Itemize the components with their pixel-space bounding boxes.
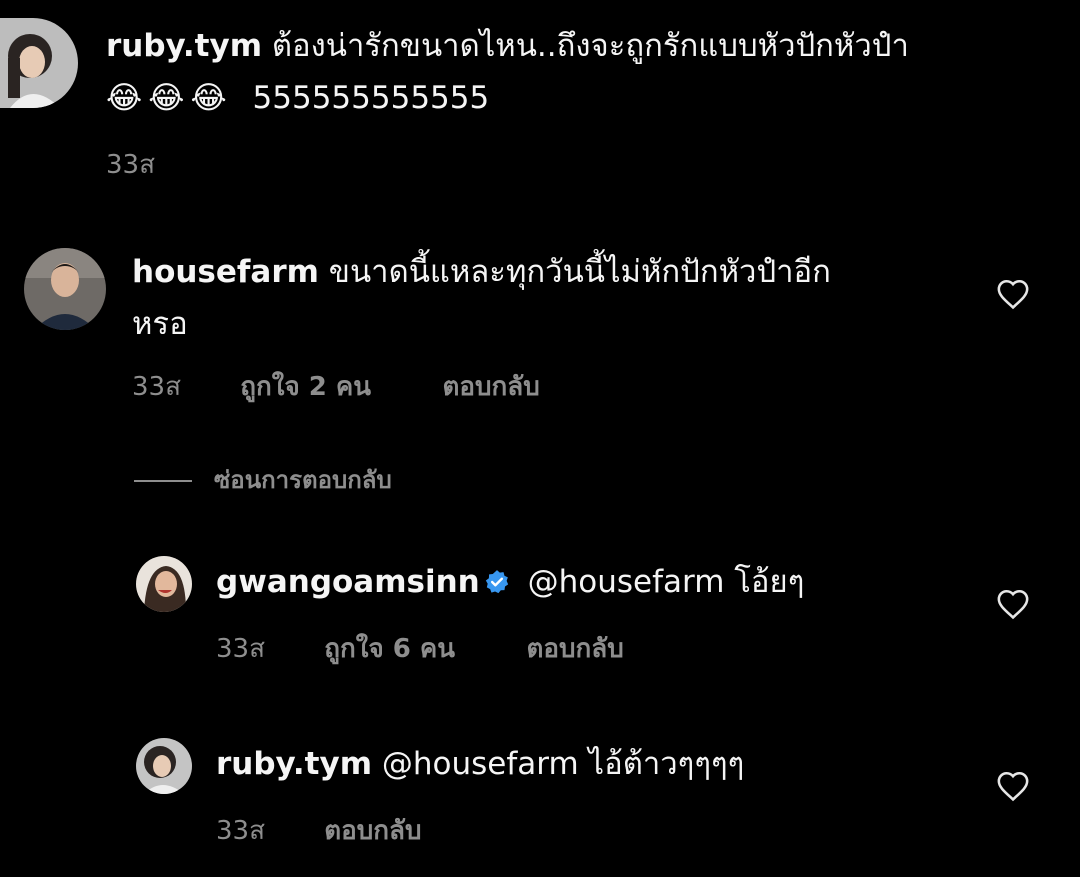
reply-1-likes-button[interactable]: ถูกใจ 6 คน — [324, 628, 518, 669]
reply-2-reply-button[interactable]: ตอบกลับ — [324, 810, 421, 851]
comment-1-line-1: ruby.tym ต้องน่ารักขนาดไหน..ถึงจะถูกรักแ… — [106, 20, 1066, 72]
hide-replies-divider — [134, 480, 192, 482]
comment-1-text-cont: 555555555555 — [252, 80, 490, 116]
reply-1-text: โอ้ยๆ — [734, 564, 805, 600]
comment-1-time: 33ส — [106, 150, 155, 180]
comment-2-line-1: housefarm ขนาดนี้แหละทุกวันนี้ไม่หักปักห… — [132, 246, 952, 298]
avatar-ruby-tym-reply[interactable] — [136, 738, 192, 794]
comment-1-body: ruby.tym ต้องน่ารักขนาดไหน..ถึงจะถูกรักแ… — [106, 20, 1066, 124]
reply-1-time: 33ส — [216, 634, 265, 664]
comment-2-text-cont: หรอ — [132, 306, 188, 342]
verified-badge-icon — [485, 570, 508, 594]
reply-1-username[interactable]: gwangoamsinn — [216, 564, 480, 600]
reply-2-time: 33ส — [216, 816, 265, 846]
avatar-gwangoamsinn[interactable] — [136, 556, 192, 612]
comment-2-time: 33ส — [132, 372, 181, 402]
reply-1-reply-button[interactable]: ตอบกลับ — [527, 628, 624, 669]
hide-replies-label: ซ่อนการตอบกลับ — [214, 466, 392, 494]
avatar-image — [136, 738, 192, 794]
reply-2-mention[interactable]: @housefarm — [382, 746, 579, 782]
reply-2-meta: 33ส ตอบกลับ — [216, 810, 421, 851]
avatar-housefarm[interactable] — [24, 248, 106, 330]
reply-2-username[interactable]: ruby.tym — [216, 746, 372, 782]
comment-1-meta: 33ส — [106, 144, 155, 185]
comment-2-reply-button[interactable]: ตอบกลับ — [443, 366, 540, 407]
heart-outline-icon[interactable] — [996, 588, 1030, 620]
reply-1-meta: 33ส ถูกใจ 6 คน ตอบกลับ — [216, 628, 624, 669]
avatar-image — [24, 248, 106, 330]
comment-2-body: housefarm ขนาดนี้แหละทุกวันนี้ไม่หักปักห… — [132, 246, 952, 350]
comment-1-line-2: 😂😂😂 555555555555 — [106, 72, 1066, 124]
comment-1-emoji: 😂😂😂 — [106, 80, 233, 116]
avatar-image — [0, 18, 78, 108]
reply-2-body: ruby.tym @housefarm ไอ้ต้าวๆๆๆๆ — [216, 738, 976, 790]
avatar-image — [136, 556, 192, 612]
avatar-ruby-tym[interactable] — [0, 18, 78, 108]
reply-1-mention[interactable]: @housefarm — [528, 564, 725, 600]
comment-1-text: ต้องน่ารักขนาดไหน..ถึงจะถูกรักแบบหัวปักห… — [271, 28, 909, 64]
hide-replies-button[interactable]: ซ่อนการตอบกลับ — [134, 460, 392, 499]
comment-2-text: ขนาดนี้แหละทุกวันนี้ไม่หักปักหัวปำอีก — [328, 254, 831, 290]
heart-outline-icon[interactable] — [996, 278, 1030, 310]
comment-2-username[interactable]: housefarm — [132, 254, 319, 290]
reply-2-text: ไอ้ต้าวๆๆๆๆ — [588, 746, 745, 782]
heart-outline-icon[interactable] — [996, 770, 1030, 802]
reply-1-body: gwangoamsinn @housefarm โอ้ยๆ — [216, 556, 976, 608]
comment-2-line-2: หรอ — [132, 298, 952, 350]
comment-2-likes-button[interactable]: ถูกใจ 2 คน — [240, 366, 434, 407]
comment-1-username[interactable]: ruby.tym — [106, 28, 262, 64]
comment-2-meta: 33ส ถูกใจ 2 คน ตอบกลับ — [132, 366, 540, 407]
